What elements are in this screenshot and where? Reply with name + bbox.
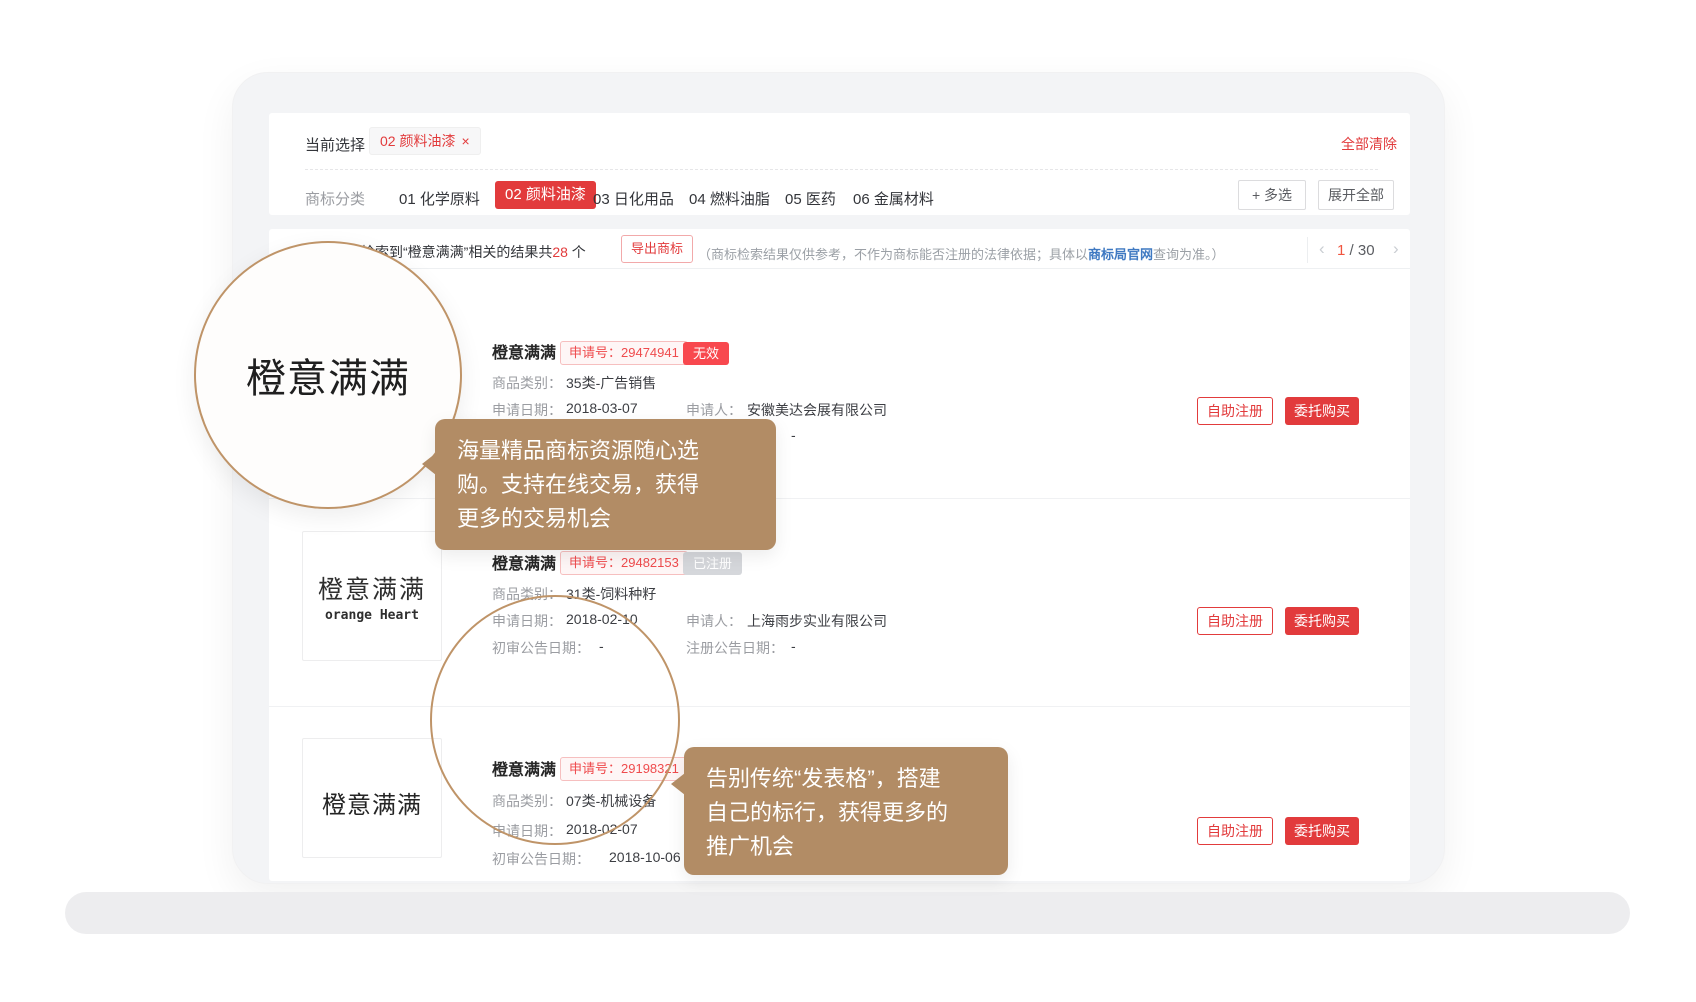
tooltip-line: 购。支持在线交易，获得: [457, 468, 754, 502]
apply-date-value: 2018-03-07: [566, 400, 638, 416]
next-page-icon[interactable]: ›: [1393, 239, 1399, 259]
tab-category-04[interactable]: 04 燃料油脂: [689, 188, 770, 209]
trademark-image-text: 橙意满满: [303, 785, 441, 820]
applicant-value: 安徽美达会展有限公司: [747, 400, 887, 420]
page-separator: /: [1345, 242, 1358, 259]
trademark-image-3: 橙意满满: [302, 738, 442, 858]
summary-count: 28: [552, 244, 568, 260]
application-number-tag: 申请号：29474941: [560, 341, 688, 365]
trademark-name: 橙意满满: [492, 339, 556, 363]
multi-select-button[interactable]: + 多选: [1238, 180, 1306, 210]
chip-close-icon[interactable]: ×: [461, 133, 469, 149]
entrust-buy-button[interactable]: 委托购买: [1285, 397, 1359, 425]
selected-filter-chip[interactable]: 02 颜料油漆 ×: [369, 127, 481, 155]
trademark-image-text: 橙意满满: [303, 570, 441, 606]
first-pub-value: 2018-10-06: [609, 849, 681, 865]
application-number-tag: 申请号：29198321: [560, 757, 688, 781]
trademark-image-2: 橙意满满 orange Heart: [302, 531, 442, 661]
apply-date-value: 2018-02-10: [566, 611, 638, 627]
applicant-label: 申请人：: [686, 400, 742, 420]
application-number-tag: 申请号：29482153: [560, 551, 688, 575]
disclaimer-suffix: 查询为准。）: [1153, 247, 1225, 262]
tab-category-01[interactable]: 01 化学原料: [399, 188, 480, 209]
apply-date-value: 2018-02-07: [566, 821, 638, 837]
reg-pub-value: -: [791, 427, 796, 443]
app-no-label: 申请号：: [569, 555, 621, 570]
self-register-button[interactable]: 自助注册: [1197, 607, 1273, 635]
row-divider: [269, 706, 1410, 707]
tooltip-promotion: 告别传统“发表格”，搭建 自己的标行，获得更多的 推广机会: [684, 747, 1008, 875]
app-no-label: 申请号：: [569, 761, 621, 776]
export-trademarks-button[interactable]: 导出商标: [621, 235, 693, 263]
magnified-trademark-text: 橙意满满: [246, 346, 410, 404]
applicant-value: 上海雨步实业有限公司: [747, 611, 887, 631]
disclaimer-prefix: （商标检索结果仅供参考，不作为商标能否注册的法律依据；具体以: [698, 247, 1088, 262]
self-register-button[interactable]: 自助注册: [1197, 397, 1273, 425]
total-pages: 30: [1358, 242, 1375, 259]
status-badge: 已注册: [683, 552, 742, 575]
filter-card: 当前选择 02 颜料油漆 × 全部清除 商标分类 01 化学原料 02 颜料油漆 …: [269, 113, 1410, 215]
category-bar-label: 商标分类: [305, 188, 365, 209]
entrust-buy-button[interactable]: 委托购买: [1285, 817, 1359, 845]
app-no-label: 申请号：: [569, 345, 621, 360]
apply-date-label: 申请日期：: [492, 821, 562, 841]
reg-pub-label: 注册公告日期：: [686, 638, 784, 658]
category-label: 商品类别：: [492, 584, 562, 604]
clear-all-button[interactable]: 全部清除: [1341, 134, 1397, 154]
self-register-button[interactable]: 自助注册: [1197, 817, 1273, 845]
page-canvas: 当前选择 02 颜料油漆 × 全部清除 商标分类 01 化学原料 02 颜料油漆 …: [0, 0, 1696, 1002]
trademark-office-link[interactable]: 商标局官网: [1088, 247, 1153, 262]
first-pub-label: 初审公告日期：: [492, 638, 590, 658]
tooltip-line: 更多的交易机会: [457, 502, 754, 536]
category-value: 35类-广告销售: [566, 373, 656, 393]
tooltip-trademark-resources: 海量精品商标资源随心选 购。支持在线交易，获得 更多的交易机会: [435, 419, 776, 550]
pagination-divider: [1307, 237, 1308, 263]
tab-category-06[interactable]: 06 金属材料: [853, 188, 934, 209]
current-selection-label: 当前选择: [305, 134, 365, 155]
dashed-divider: [305, 169, 1378, 170]
reg-pub-value: -: [791, 638, 796, 654]
trademark-image-subtext: orange Heart: [303, 608, 441, 623]
tooltip-line: 海量精品商标资源随心选: [457, 434, 754, 468]
trademark-name: 橙意满满: [492, 756, 556, 780]
tab-category-02-selected[interactable]: 02 颜料油漆: [495, 181, 596, 209]
category-label: 商品类别：: [492, 791, 562, 811]
app-no-value: 29474941: [621, 345, 679, 360]
summary-suffix: 个: [568, 244, 586, 260]
category-value: 31类-饲料种籽: [566, 584, 656, 604]
status-badge: 无效: [683, 342, 729, 365]
pagination-indicator: 1 / 30: [1337, 242, 1375, 259]
results-header: 当前分类检索到“橙意满满”相关的结果共28 个 导出商标 （商标检索结果仅供参考…: [269, 229, 1410, 269]
tooltip-line: 推广机会: [706, 830, 986, 864]
apply-date-label: 申请日期：: [492, 400, 562, 420]
tab-category-03[interactable]: 03 日化用品: [593, 188, 674, 209]
prev-page-icon[interactable]: ‹: [1319, 239, 1325, 259]
first-pub-value: -: [599, 638, 604, 654]
selected-filter-chip-label: 02 颜料油漆: [380, 133, 455, 149]
entrust-buy-button[interactable]: 委托购买: [1285, 607, 1359, 635]
category-label: 商品类别：: [492, 373, 562, 393]
category-value: 07类-机械设备: [566, 791, 656, 811]
window-pedestal-bar: [65, 892, 1630, 934]
app-no-value: 29482153: [621, 555, 679, 570]
expand-all-button[interactable]: 展开全部: [1318, 180, 1394, 210]
tab-category-05[interactable]: 05 医药: [785, 188, 836, 209]
disclaimer-text: （商标检索结果仅供参考，不作为商标能否注册的法律依据；具体以商标局官网查询为准。…: [698, 244, 1225, 263]
tooltip-line: 告别传统“发表格”，搭建: [706, 762, 986, 796]
apply-date-label: 申请日期：: [492, 611, 562, 631]
trademark-name: 橙意满满: [492, 550, 556, 574]
first-pub-label: 初审公告日期：: [492, 849, 590, 869]
applicant-label: 申请人：: [686, 611, 742, 631]
tooltip-line: 自己的标行，获得更多的: [706, 796, 986, 830]
